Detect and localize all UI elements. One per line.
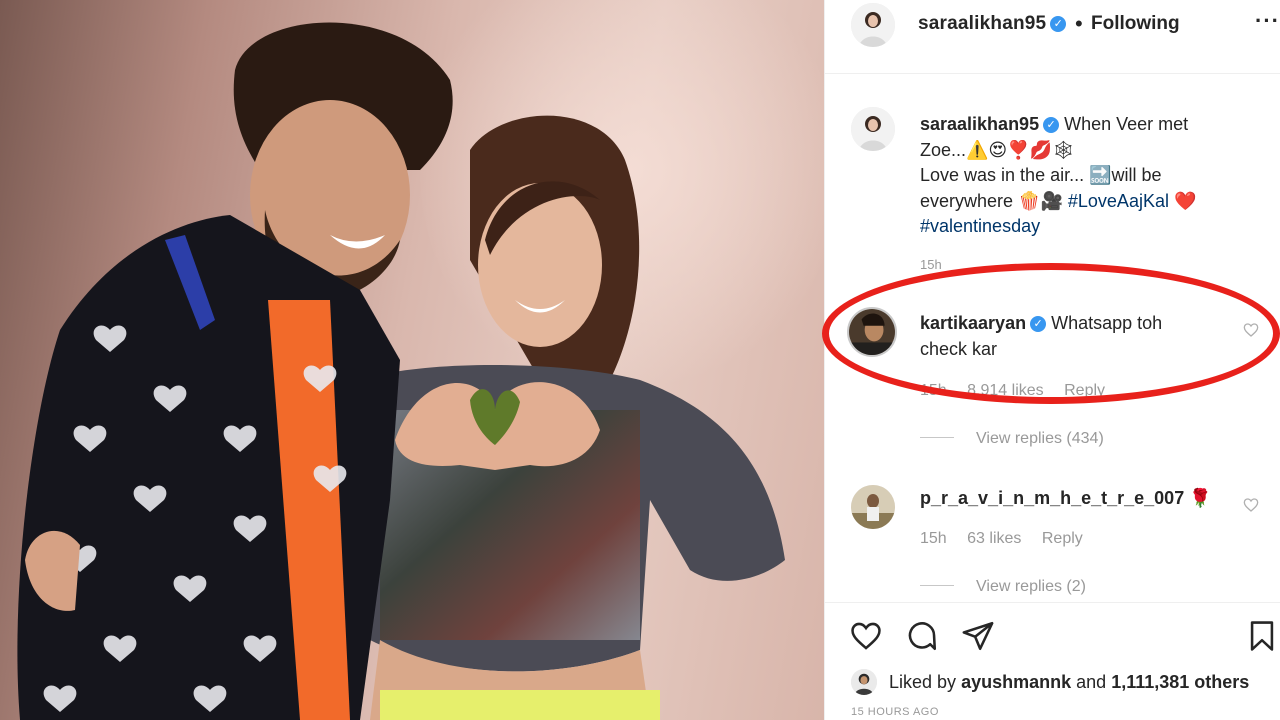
comment-meta: 15h 63 likes Reply — [920, 530, 1099, 548]
comment-body-line-1: Whatsapp toh — [1051, 313, 1163, 333]
verified-badge-icon: ✓ — [1050, 16, 1067, 32]
comment-time: 15h — [920, 530, 947, 547]
caption-line-3: Love was in the air... 🔜will be — [920, 165, 1162, 185]
caption-username[interactable]: saraalikhan95 — [920, 114, 1039, 134]
more-options-icon[interactable]: ··· — [1255, 8, 1280, 34]
comment-like-heart-icon[interactable] — [1243, 322, 1259, 338]
comment-meta: 15h 8,914 likes Reply — [920, 382, 1121, 400]
heart-emoji: ❤️ — [1173, 190, 1197, 211]
caption-text: saraalikhan95 ✓ When Veer met Zoe...⚠️😍❣️… — [920, 112, 1250, 240]
view-replies-button[interactable]: View replies (2) — [920, 578, 1086, 596]
rose-emoji: 🌹 — [1189, 488, 1212, 508]
author-avatar[interactable] — [851, 3, 895, 47]
caption-line-2: Zoe...⚠️😍❣️💋🕸 — [920, 139, 1075, 160]
following-button[interactable]: Following — [1091, 13, 1180, 35]
comment-username[interactable]: kartikaaryan — [920, 313, 1026, 333]
post-photo[interactable] — [0, 0, 824, 720]
liked-by-prefix: Liked by — [889, 672, 957, 692]
liked-by-count[interactable]: 1,111,381 others — [1111, 672, 1249, 692]
separator-dot: • — [1075, 11, 1083, 36]
commenter-avatar[interactable] — [847, 307, 897, 357]
heart-icon[interactable] — [849, 619, 883, 653]
comment-icon[interactable] — [905, 619, 939, 653]
liker-avatar[interactable] — [851, 669, 877, 695]
commenter-avatar[interactable] — [851, 485, 895, 529]
comment-like-heart-icon[interactable] — [1243, 497, 1259, 513]
hashtag-loveaajkal[interactable]: #LoveAajKal — [1068, 191, 1169, 211]
caption-line-4: everywhere 🍿🎥 — [920, 190, 1063, 211]
bookmark-icon[interactable] — [1245, 619, 1279, 653]
caption-time: 15h — [920, 257, 942, 272]
caption-line-1: When Veer met — [1064, 114, 1189, 134]
view-replies-button[interactable]: View replies (434) — [920, 430, 1104, 448]
verified-badge-icon: ✓ — [1030, 316, 1047, 332]
verified-badge-icon: ✓ — [1043, 117, 1060, 133]
comment-likes[interactable]: 8,914 likes — [967, 382, 1044, 399]
comment-text: p_r_a_v_i_n_m_h_e_t_r_e_007 🌹 — [920, 485, 1250, 511]
comment-text: kartikaaryan ✓ Whatsapp toh check kar — [920, 310, 1220, 362]
post-actions-bar: Liked by ayushmannk and 1,111,381 others — [825, 602, 1280, 720]
hashtag-valentinesday[interactable]: #valentinesday — [920, 216, 1040, 236]
comment-body-line-2: check kar — [920, 339, 998, 359]
post-side-panel: saraalikhan95 ✓ • Following ··· saraalikh… — [824, 0, 1280, 720]
post-header: saraalikhan95 ✓ • Following ··· — [825, 0, 1280, 74]
author-username[interactable]: saraalikhan95 ✓ — [918, 13, 1067, 35]
comment-reply-button[interactable]: Reply — [1042, 530, 1083, 547]
liked-by-joiner: and — [1076, 672, 1107, 692]
liked-by-user[interactable]: ayushmannk — [961, 672, 1071, 692]
comment-likes[interactable]: 63 likes — [967, 530, 1021, 547]
photo-illustration — [17, 22, 785, 720]
comment-time: 15h — [920, 382, 947, 399]
caption-author-avatar[interactable] — [851, 107, 895, 151]
post-timestamp: 15 HOURS AGO — [851, 706, 939, 718]
liked-by-text: Liked by ayushmannk and 1,111,381 others — [889, 672, 1280, 693]
comment-username[interactable]: p_r_a_v_i_n_m_h_e_t_r_e_007 — [920, 488, 1184, 508]
share-icon[interactable] — [961, 619, 995, 653]
comment-reply-button[interactable]: Reply — [1064, 382, 1105, 399]
